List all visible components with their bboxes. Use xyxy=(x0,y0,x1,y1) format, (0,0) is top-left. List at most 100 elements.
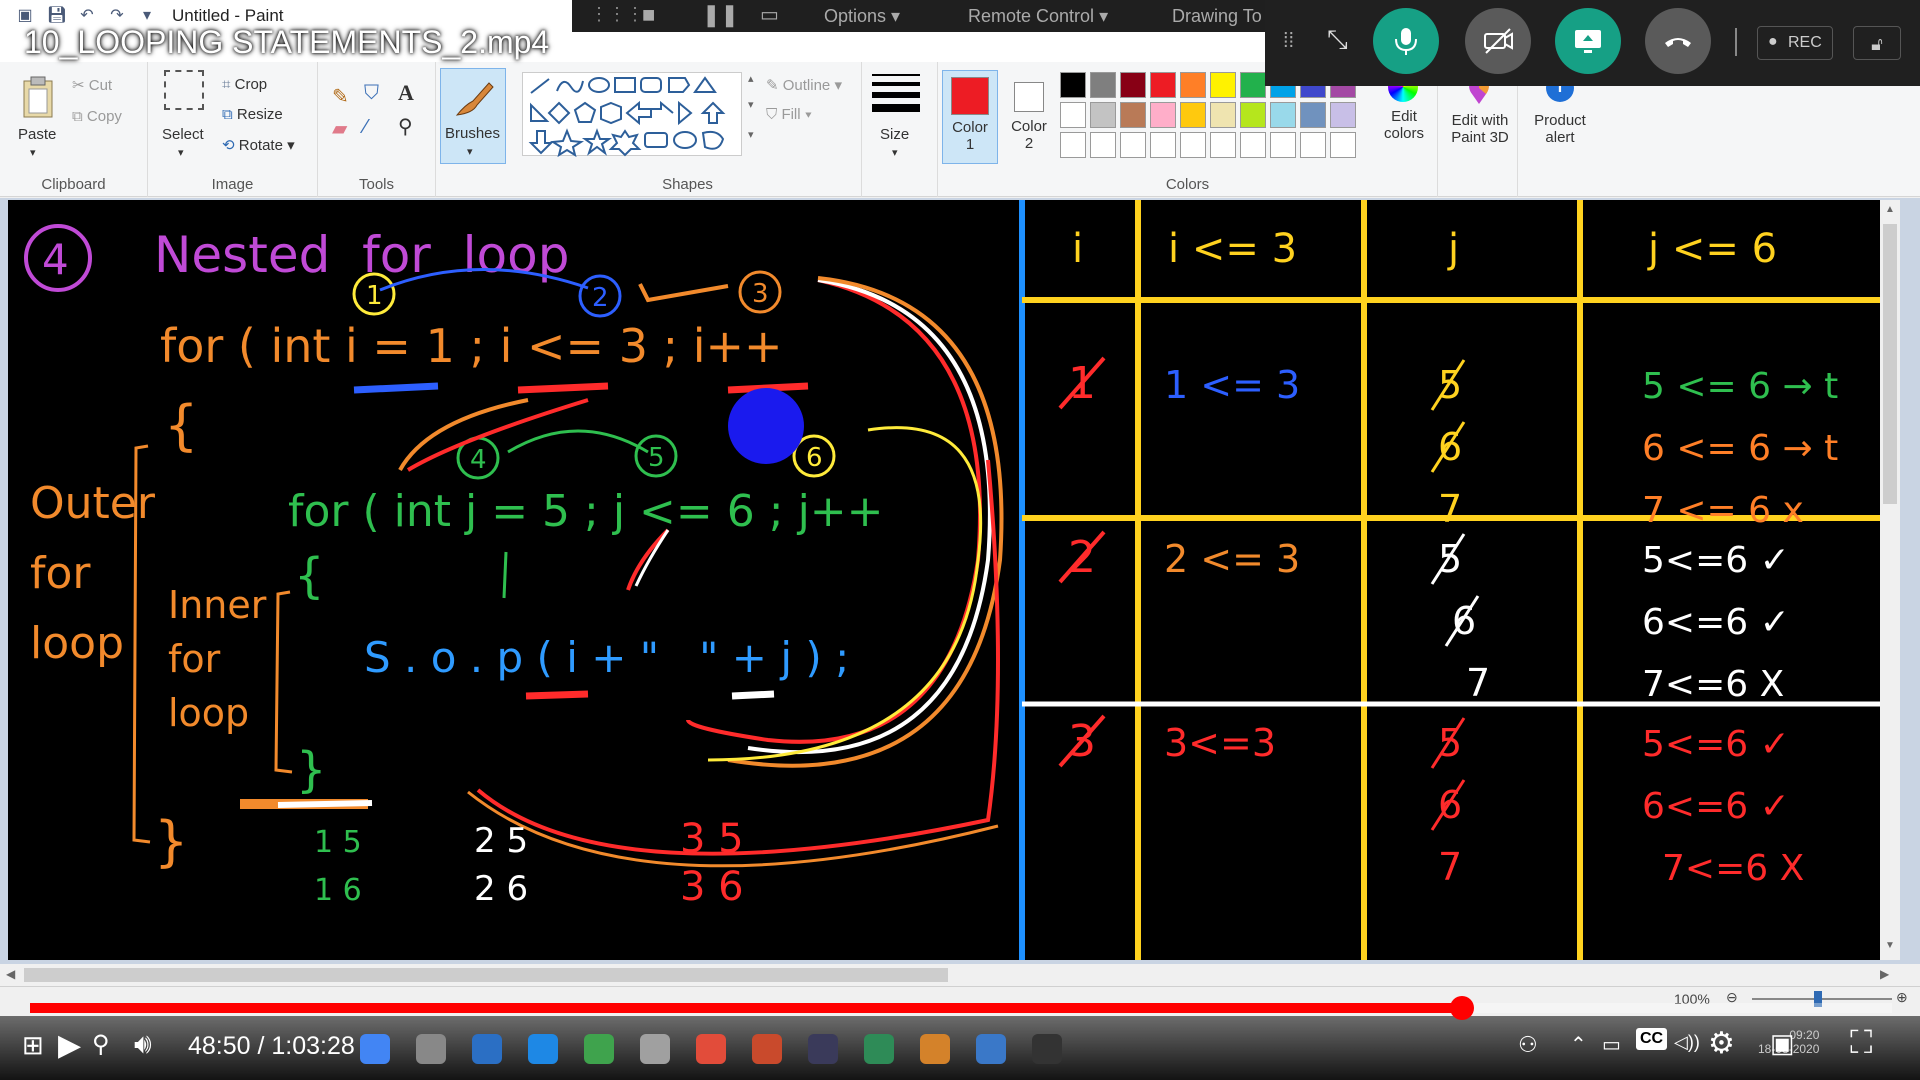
custom-color-slot[interactable] xyxy=(1120,132,1146,158)
resize-button[interactable]: ⧉ Resize xyxy=(222,106,283,123)
taskbar-app-icon[interactable] xyxy=(864,1034,894,1064)
crop-button[interactable]: ⌗ Crop xyxy=(222,76,267,93)
fill-button[interactable]: ⛉ Fill ▾ xyxy=(766,106,812,123)
options-menu[interactable]: Options ▾ xyxy=(824,6,900,27)
zoom-in-icon[interactable]: ⊕ xyxy=(1896,989,1908,1006)
magnifier-icon[interactable]: ⚲ xyxy=(398,114,413,139)
camera-off-button[interactable] xyxy=(1465,8,1531,74)
custom-color-slot[interactable] xyxy=(1210,132,1236,158)
taskbar-app-icon[interactable] xyxy=(752,1034,782,1064)
palette-swatch[interactable] xyxy=(1060,102,1086,128)
drawing-canvas[interactable]: 4 Nested for loop for ( int i = 1 ; i <=… xyxy=(8,200,1900,960)
color1-button[interactable]: Color 1 xyxy=(942,70,998,164)
captions-icon[interactable]: CC xyxy=(1636,1028,1668,1050)
size-button[interactable]: Size xyxy=(880,126,909,143)
drag-handle-icon[interactable]: ⋮⋮⋮ xyxy=(590,4,644,25)
palette-swatch[interactable] xyxy=(1240,102,1266,128)
shapes-gallery[interactable] xyxy=(522,72,742,158)
network-icon[interactable]: ▭ xyxy=(1602,1032,1621,1057)
drag-dots-icon[interactable]: ⁞⁞ xyxy=(1283,30,1294,53)
palette-swatch[interactable] xyxy=(1240,72,1266,98)
custom-color-slot[interactable] xyxy=(1300,132,1326,158)
stop-icon[interactable]: ■ xyxy=(642,2,655,28)
vertical-scroll-thumb[interactable] xyxy=(1883,224,1897,504)
video-progress-bar[interactable] xyxy=(30,996,1892,1020)
cut-button[interactable]: ✂ Cut xyxy=(72,76,112,94)
taskbar-app-icon[interactable] xyxy=(416,1034,446,1064)
people-icon[interactable]: ⚇ xyxy=(1518,1032,1538,1058)
scroll-left-icon[interactable]: ◀ xyxy=(6,967,15,981)
remote-control-menu[interactable]: Remote Control ▾ xyxy=(968,6,1108,27)
tray-chevron-icon[interactable]: ⌃ xyxy=(1570,1032,1587,1057)
palette-swatch[interactable] xyxy=(1180,72,1206,98)
horizontal-scrollbar[interactable]: ◀ ▶ xyxy=(0,964,1920,986)
hang-up-button[interactable] xyxy=(1645,8,1711,74)
custom-color-slot[interactable] xyxy=(1150,132,1176,158)
palette-swatch[interactable] xyxy=(1270,102,1296,128)
size-dropdown-icon[interactable]: ▾ xyxy=(892,146,898,159)
custom-color-slot[interactable] xyxy=(1180,132,1206,158)
taskbar-app-icon[interactable] xyxy=(640,1034,670,1064)
palette-swatch[interactable] xyxy=(1060,72,1086,98)
volume-icon[interactable]: 🔊︎ xyxy=(134,1028,152,1061)
play-icon[interactable]: ▶ xyxy=(58,1028,81,1063)
search-icon[interactable]: ⚲ xyxy=(92,1030,110,1059)
speaker-icon[interactable]: ◁)) xyxy=(1674,1032,1700,1053)
product-alert-button[interactable]: i Product alert xyxy=(1524,72,1596,172)
palette-swatch[interactable] xyxy=(1210,102,1236,128)
palette-swatch[interactable] xyxy=(1090,102,1116,128)
shapes-scroll-down-icon[interactable]: ▾ xyxy=(748,98,754,111)
taskbar-app-icon[interactable] xyxy=(808,1034,838,1064)
palette-swatch[interactable] xyxy=(1120,102,1146,128)
pencil-icon[interactable]: ✎ xyxy=(332,84,349,109)
palette-swatch[interactable] xyxy=(1090,72,1116,98)
paste-button[interactable]: Paste xyxy=(18,126,56,143)
fill-bucket-icon[interactable]: ⛉ xyxy=(364,82,379,105)
brushes-button[interactable]: Brushes ▾ xyxy=(440,68,506,164)
pause-icon[interactable]: ❚❚ xyxy=(702,2,739,28)
microphone-button[interactable] xyxy=(1373,8,1439,74)
palette-swatch[interactable] xyxy=(1330,102,1356,128)
select-button[interactable]: Select xyxy=(162,126,204,143)
taskbar-app-icon[interactable] xyxy=(584,1034,614,1064)
palette-swatch[interactable] xyxy=(1180,102,1206,128)
outline-button[interactable]: ✎ Outline ▾ xyxy=(766,76,842,94)
drawing-tools-menu[interactable]: Drawing To xyxy=(1172,6,1262,27)
color2-button[interactable]: Color 2 xyxy=(1002,70,1058,164)
miniplayer-icon[interactable]: ▣ xyxy=(1770,1028,1795,1059)
scroll-down-icon[interactable]: ▼ xyxy=(1885,940,1895,951)
shapes-expand-icon[interactable]: ▾ xyxy=(748,128,754,141)
palette-swatch[interactable] xyxy=(1150,72,1176,98)
palette-swatch[interactable] xyxy=(1300,102,1326,128)
eraser-icon[interactable]: ▰ xyxy=(332,116,347,141)
paste-dropdown-icon[interactable]: ▾ xyxy=(30,146,36,159)
vertical-scrollbar[interactable]: ▲ ▼ xyxy=(1880,200,1900,960)
color-picker-icon[interactable]: ⁄ xyxy=(364,116,367,139)
scroll-up-icon[interactable]: ▲ xyxy=(1885,204,1895,215)
text-tool-icon[interactable]: A xyxy=(398,80,414,106)
expand-icon[interactable]: ⤡ xyxy=(1327,24,1348,56)
paste-icon[interactable] xyxy=(20,74,54,118)
custom-color-slot[interactable] xyxy=(1240,132,1266,158)
custom-color-slot[interactable] xyxy=(1060,132,1086,158)
share-screen-button[interactable] xyxy=(1555,8,1621,74)
scroll-right-icon[interactable]: ▶ xyxy=(1880,967,1889,981)
taskbar-app-icon[interactable] xyxy=(472,1034,502,1064)
video-progress-scrubber[interactable] xyxy=(1449,996,1474,1020)
taskbar-app-icon[interactable] xyxy=(696,1034,726,1064)
edit-with-paint3d-button[interactable]: Edit with Paint 3D xyxy=(1451,72,1509,172)
select-icon[interactable] xyxy=(164,70,204,110)
settings-gear-icon[interactable]: ⚙ xyxy=(1708,1026,1735,1061)
select-dropdown-icon[interactable]: ▾ xyxy=(178,146,184,159)
palette-swatch[interactable] xyxy=(1150,102,1176,128)
custom-color-slot[interactable] xyxy=(1330,132,1356,158)
rotate-button[interactable]: ⟲ Rotate ▾ xyxy=(222,136,295,154)
custom-color-slot[interactable] xyxy=(1090,132,1116,158)
screen-share-icon[interactable]: ▭ xyxy=(760,2,779,27)
palette-swatch[interactable] xyxy=(1120,72,1146,98)
shapes-scroll-up-icon[interactable]: ▴ xyxy=(748,72,754,85)
taskbar-app-icon[interactable] xyxy=(920,1034,950,1064)
size-lines-icon[interactable] xyxy=(872,74,920,112)
taskbar-app-icon[interactable] xyxy=(1032,1034,1062,1064)
palette-swatch[interactable] xyxy=(1210,72,1236,98)
